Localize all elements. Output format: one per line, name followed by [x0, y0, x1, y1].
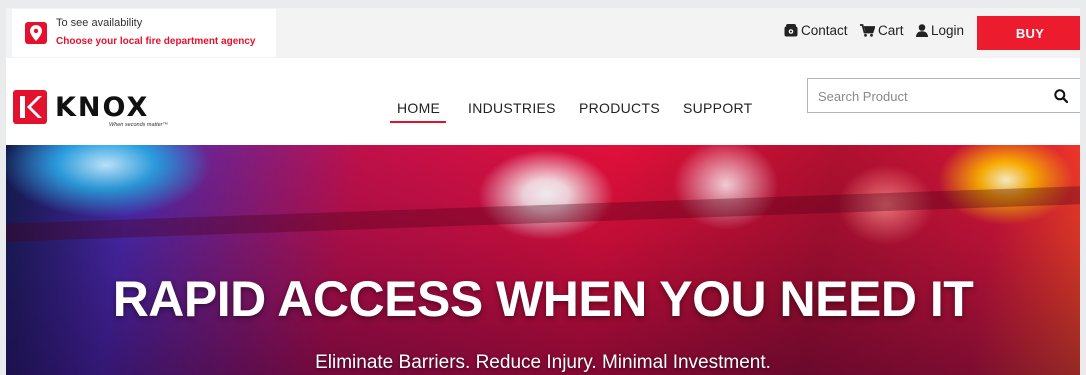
cart-icon	[860, 24, 875, 37]
hero-banner: RAPID ACCESS WHEN YOU NEED IT Eliminate …	[6, 145, 1080, 375]
search-input[interactable]	[818, 86, 1038, 106]
knox-logo-mark-icon	[13, 90, 47, 124]
utility-bar: To see availability Choose your local fi…	[6, 8, 1080, 58]
nav-products[interactable]: PRODUCTS	[579, 100, 660, 116]
search-icon[interactable]	[1054, 89, 1069, 108]
logo-wordmark: KNOX	[55, 92, 150, 123]
cart-link[interactable]: Cart	[860, 23, 904, 38]
nav-active-indicator	[390, 121, 446, 123]
contact-link[interactable]: Contact	[784, 23, 848, 38]
agency-prompt: To see availability	[56, 17, 143, 29]
search-box	[807, 78, 1080, 113]
phone-icon	[784, 24, 798, 37]
page-frame: To see availability Choose your local fi…	[6, 8, 1080, 375]
login-label: Login	[931, 23, 965, 38]
nav-industries[interactable]: INDUSTRIES	[468, 100, 556, 116]
location-pin-icon	[25, 22, 47, 44]
hero-subtitle: Eliminate Barriers. Reduce Injury. Minim…	[315, 352, 771, 373]
nav-home[interactable]: HOME	[397, 100, 440, 116]
knox-logo[interactable]: KNOX When seconds matter™	[13, 90, 185, 134]
choose-agency-link[interactable]: Choose your local fire department agency	[56, 36, 256, 47]
agency-selector[interactable]: To see availability Choose your local fi…	[12, 9, 276, 57]
hero-title: RAPID ACCESS WHEN YOU NEED IT	[112, 271, 974, 327]
user-icon	[916, 24, 928, 37]
hero-overlay	[6, 145, 1080, 375]
nav-support[interactable]: SUPPORT	[683, 100, 753, 116]
buy-button[interactable]: BUY	[977, 16, 1080, 50]
login-link[interactable]: Login	[916, 23, 964, 38]
logo-tagline: When seconds matter™	[109, 122, 168, 128]
cart-label: Cart	[878, 23, 904, 38]
contact-label: Contact	[801, 23, 848, 38]
